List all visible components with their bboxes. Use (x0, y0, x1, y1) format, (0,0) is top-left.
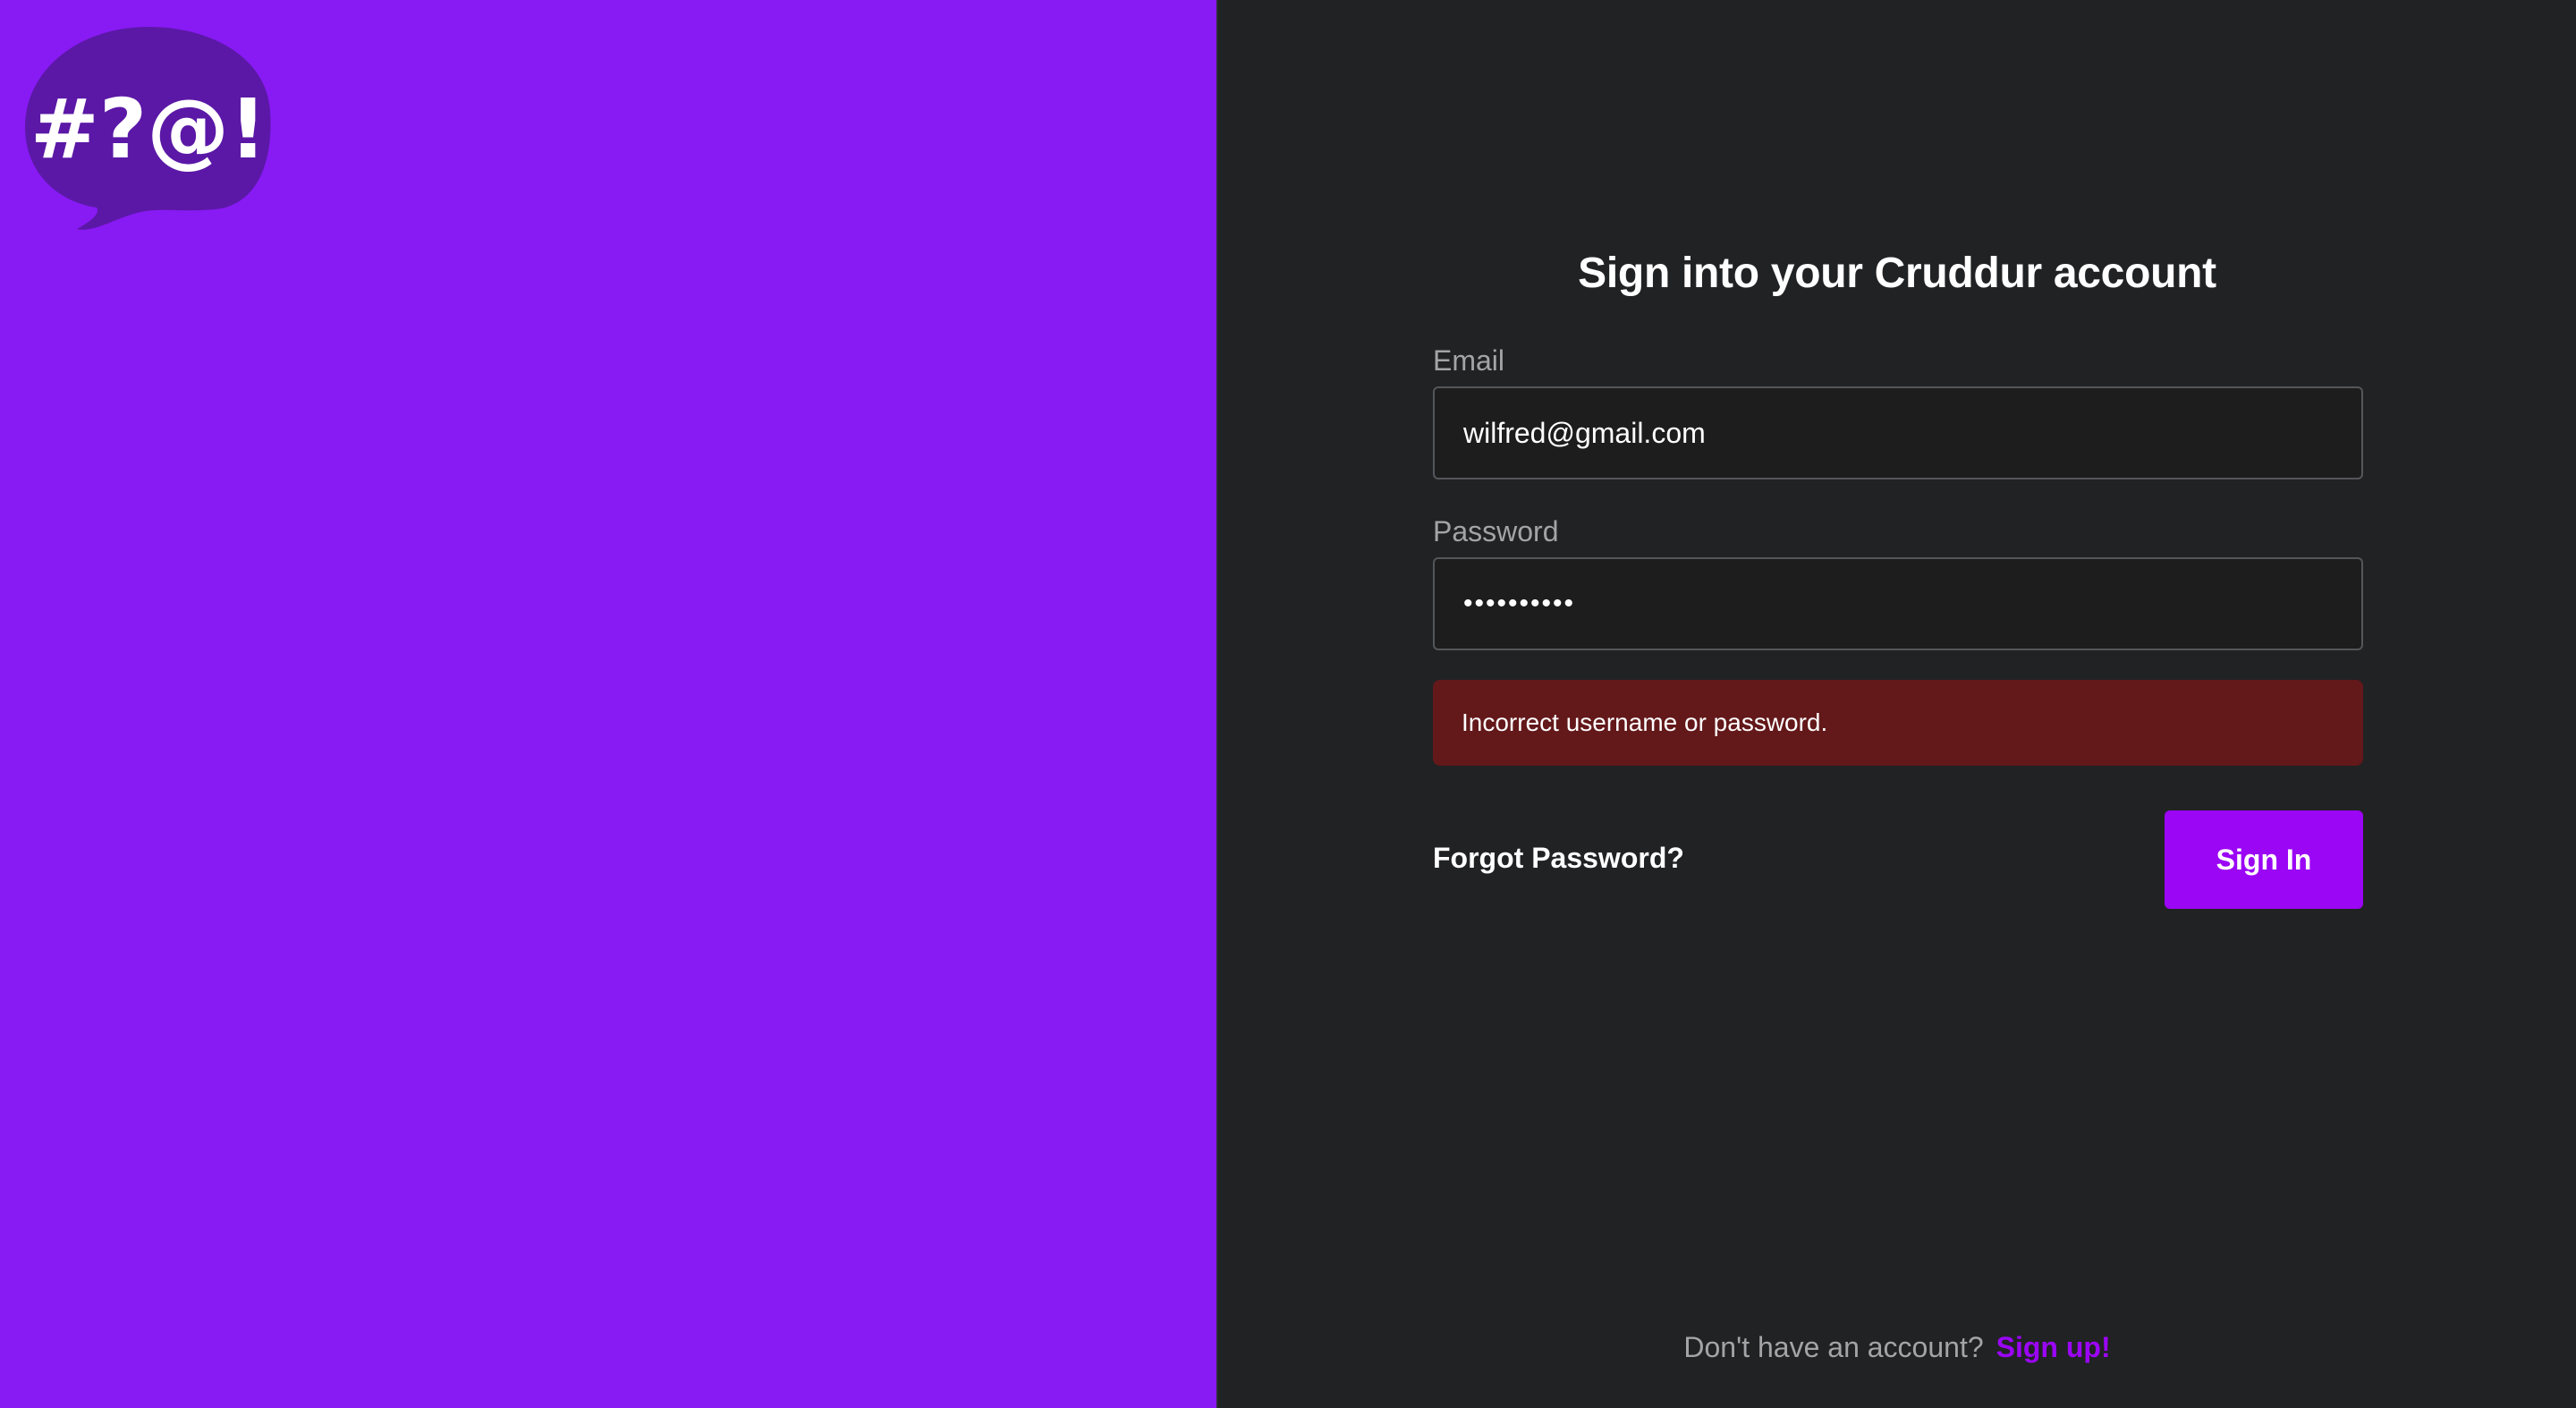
brand-panel: #?@! (0, 0, 1216, 1408)
forgot-password-link[interactable]: Forgot Password? (1433, 842, 1684, 875)
email-field[interactable] (1433, 386, 2363, 479)
signup-row: Don't have an account? Sign up! (1218, 1331, 2576, 1364)
form-panel: Sign into your Cruddur account Email Pas… (1216, 0, 2576, 1408)
speech-bubble-logo-icon: #?@! (25, 27, 271, 230)
password-field[interactable] (1433, 557, 2363, 650)
email-label: Email (1433, 344, 1505, 377)
sign-in-page: #?@! Sign into your Cruddur account Emai… (0, 0, 2576, 1408)
logo-text: #?@! (30, 81, 267, 177)
sign-in-button[interactable]: Sign In (2165, 810, 2363, 909)
error-alert: Incorrect username or password. (1433, 680, 2363, 766)
logo: #?@! (23, 21, 274, 231)
error-message: Incorrect username or password. (1462, 708, 1828, 736)
password-label: Password (1433, 515, 1559, 547)
page-title: Sign into your Cruddur account (1578, 250, 2216, 297)
signup-prompt: Don't have an account? (1683, 1331, 1984, 1363)
sign-up-link[interactable]: Sign up! (1996, 1331, 2111, 1363)
